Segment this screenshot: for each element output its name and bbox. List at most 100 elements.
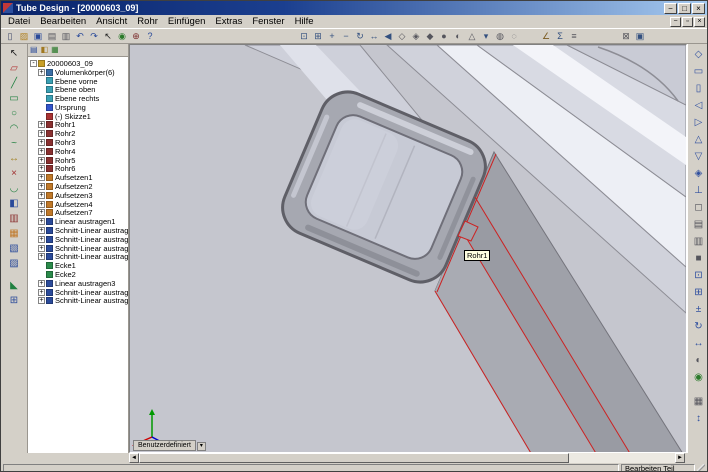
scrollbar-thumb[interactable] <box>139 453 569 463</box>
hidden-lines-removed-icon[interactable]: ◆ <box>423 30 437 43</box>
help-icon[interactable]: ? <box>143 30 157 43</box>
zoom-area-icon[interactable]: ⊞ <box>311 30 325 43</box>
resize-grip[interactable] <box>697 464 705 472</box>
select-arrow-icon[interactable]: ↖ <box>3 46 25 61</box>
shaded-icon[interactable]: ● <box>437 30 451 43</box>
context-help-icon[interactable]: ▣ <box>633 30 647 43</box>
normal-to-icon[interactable]: ⊥ <box>690 182 708 199</box>
tree-expander-icon[interactable]: + <box>38 139 45 146</box>
zoom-in-icon[interactable]: + <box>325 30 339 43</box>
tree-expander-icon[interactable]: + <box>38 227 45 234</box>
menu-rohr[interactable]: Rohr <box>132 16 163 27</box>
tree-item[interactable]: Ebene rechts <box>30 94 128 103</box>
right-view-icon[interactable]: ▷ <box>690 114 708 131</box>
rohr-tool-icon[interactable]: ▥ <box>3 211 25 226</box>
section-view-icon[interactable]: ◐ <box>451 30 465 43</box>
spline-icon[interactable]: ~ <box>3 136 25 151</box>
trim-icon[interactable]: × <box>3 166 25 181</box>
mdi-restore-button[interactable]: ▫ <box>682 17 693 27</box>
tree-item[interactable]: (-) Skizze1 <box>30 112 128 121</box>
tree-item[interactable]: + Aufsetzen7 <box>30 209 128 218</box>
standard-views-icon[interactable]: ◇ <box>690 46 708 63</box>
menu-extras[interactable]: Extras <box>210 16 247 27</box>
3d-model-canvas[interactable] <box>130 45 686 452</box>
isometric-view-icon[interactable]: ◈ <box>690 165 708 182</box>
tree-expander-icon[interactable]: + <box>38 130 45 137</box>
horizontal-scrollbar[interactable]: ◄ ► <box>129 453 685 463</box>
tree-item[interactable]: + Rohr5 <box>30 156 128 165</box>
mdi-close-button[interactable]: × <box>694 17 705 27</box>
grid-icon[interactable]: ▦ <box>690 393 708 410</box>
view-tab-benutzerdefiniert[interactable]: Benutzerdefiniert <box>133 440 196 451</box>
close-button[interactable]: × <box>692 3 705 14</box>
view-tab-dropdown-icon[interactable]: ▾ <box>197 442 206 451</box>
scroll-left-button[interactable]: ◄ <box>129 453 139 463</box>
scroll-right-button[interactable]: ► <box>675 453 685 463</box>
mdi-minimize-button[interactable]: − <box>670 17 681 27</box>
tree-item[interactable]: - 20000603_09 <box>30 59 128 68</box>
redo-icon[interactable]: ↷ <box>87 30 101 43</box>
bottom-view-icon[interactable]: ▽ <box>690 148 708 165</box>
line-icon[interactable]: ╱ <box>3 76 25 91</box>
pan-view-icon[interactable]: ↔ <box>690 335 708 352</box>
front-view-icon[interactable]: ▭ <box>690 63 708 80</box>
hidden-lines-visible-icon[interactable]: ◈ <box>409 30 423 43</box>
axis-icon[interactable]: ↕ <box>690 410 708 427</box>
extrude-cut-icon[interactable]: ▨ <box>3 256 25 271</box>
shaded-icon[interactable]: ■ <box>690 250 708 267</box>
menu-datei[interactable]: Datei <box>3 16 35 27</box>
tree-item[interactable]: + Aufsetzen3 <box>30 191 128 200</box>
open-folder-icon[interactable]: ▨ <box>17 30 31 43</box>
tree-expander-icon[interactable]: - <box>30 60 37 67</box>
print-icon[interactable]: ▤ <box>45 30 59 43</box>
tree-item[interactable]: Ebene vorne <box>30 77 128 86</box>
fillet-icon[interactable]: ◡ <box>3 181 25 196</box>
tree-item[interactable]: + Rohr1 <box>30 121 128 130</box>
tree-expander-icon[interactable]: + <box>38 201 45 208</box>
tree-expander-icon[interactable]: + <box>38 280 45 287</box>
tree-expander-icon[interactable]: + <box>38 192 45 199</box>
mirror-icon[interactable]: ◧ <box>3 196 25 211</box>
tree-item[interactable]: + Schnitt-Linear austragen4 <box>30 253 128 262</box>
pattern-tool-icon[interactable]: ⊞ <box>3 293 25 308</box>
hidden-lines-visible-icon[interactable]: ▤ <box>690 216 708 233</box>
previous-view-icon[interactable]: ◀ <box>381 30 395 43</box>
named-views-icon[interactable]: ▾ <box>479 30 493 43</box>
configuration-manager-tab-icon[interactable]: ▦ <box>51 46 59 54</box>
circle-icon[interactable]: ○ <box>3 106 25 121</box>
new-document-icon[interactable]: ▯ <box>3 30 17 43</box>
titlebar[interactable]: Tube Design - [20000603_09] − □ × <box>1 1 707 15</box>
fullscreen-icon[interactable]: ⊠ <box>619 30 633 43</box>
property-manager-tab-icon[interactable]: ◧ <box>41 46 49 54</box>
tree-expander-icon[interactable]: + <box>38 183 45 190</box>
tree-item[interactable]: Ecke2 <box>30 270 128 279</box>
wireframe-icon[interactable]: ◻ <box>690 199 708 216</box>
zoom-fit-icon[interactable]: ⊡ <box>690 267 708 284</box>
options-icon[interactable]: ≡ <box>567 30 581 43</box>
minimize-button[interactable]: − <box>664 3 677 14</box>
ecke-tool-icon[interactable]: ◣ <box>3 278 25 293</box>
print-preview-icon[interactable]: ▥ <box>59 30 73 43</box>
zoom-fit-icon[interactable]: ⊡ <box>297 30 311 43</box>
select-arrow-icon[interactable]: ↖ <box>101 30 115 43</box>
rectangle-icon[interactable]: ▭ <box>3 91 25 106</box>
curvature-icon[interactable]: ◉ <box>690 369 708 386</box>
back-view-icon[interactable]: ▯ <box>690 80 708 97</box>
hidden-lines-removed-icon[interactable]: ▥ <box>690 233 708 250</box>
tree-expander-icon[interactable]: + <box>38 245 45 252</box>
menu-hilfe[interactable]: Hilfe <box>290 16 319 27</box>
tree-item[interactable]: + Aufsetzen2 <box>30 182 128 191</box>
tree-item[interactable]: + Aufsetzen4 <box>30 200 128 209</box>
tree-item[interactable]: + Rohr6 <box>30 165 128 174</box>
tree-expander-icon[interactable]: + <box>38 297 45 304</box>
wireframe-icon[interactable]: ◇ <box>395 30 409 43</box>
tree-expander-icon[interactable]: + <box>38 209 45 216</box>
measure-icon[interactable]: ∠ <box>539 30 553 43</box>
pan-view-icon[interactable]: ↔ <box>367 30 381 43</box>
tree-expander-icon[interactable]: + <box>38 253 45 260</box>
rotate-view-icon[interactable]: ↻ <box>690 318 708 335</box>
tree-item[interactable]: + Rohr4 <box>30 147 128 156</box>
arc-icon[interactable]: ◠ <box>3 121 25 136</box>
menu-bearbeiten[interactable]: Bearbeiten <box>35 16 91 27</box>
tree-item[interactable]: + Rohr2 <box>30 129 128 138</box>
